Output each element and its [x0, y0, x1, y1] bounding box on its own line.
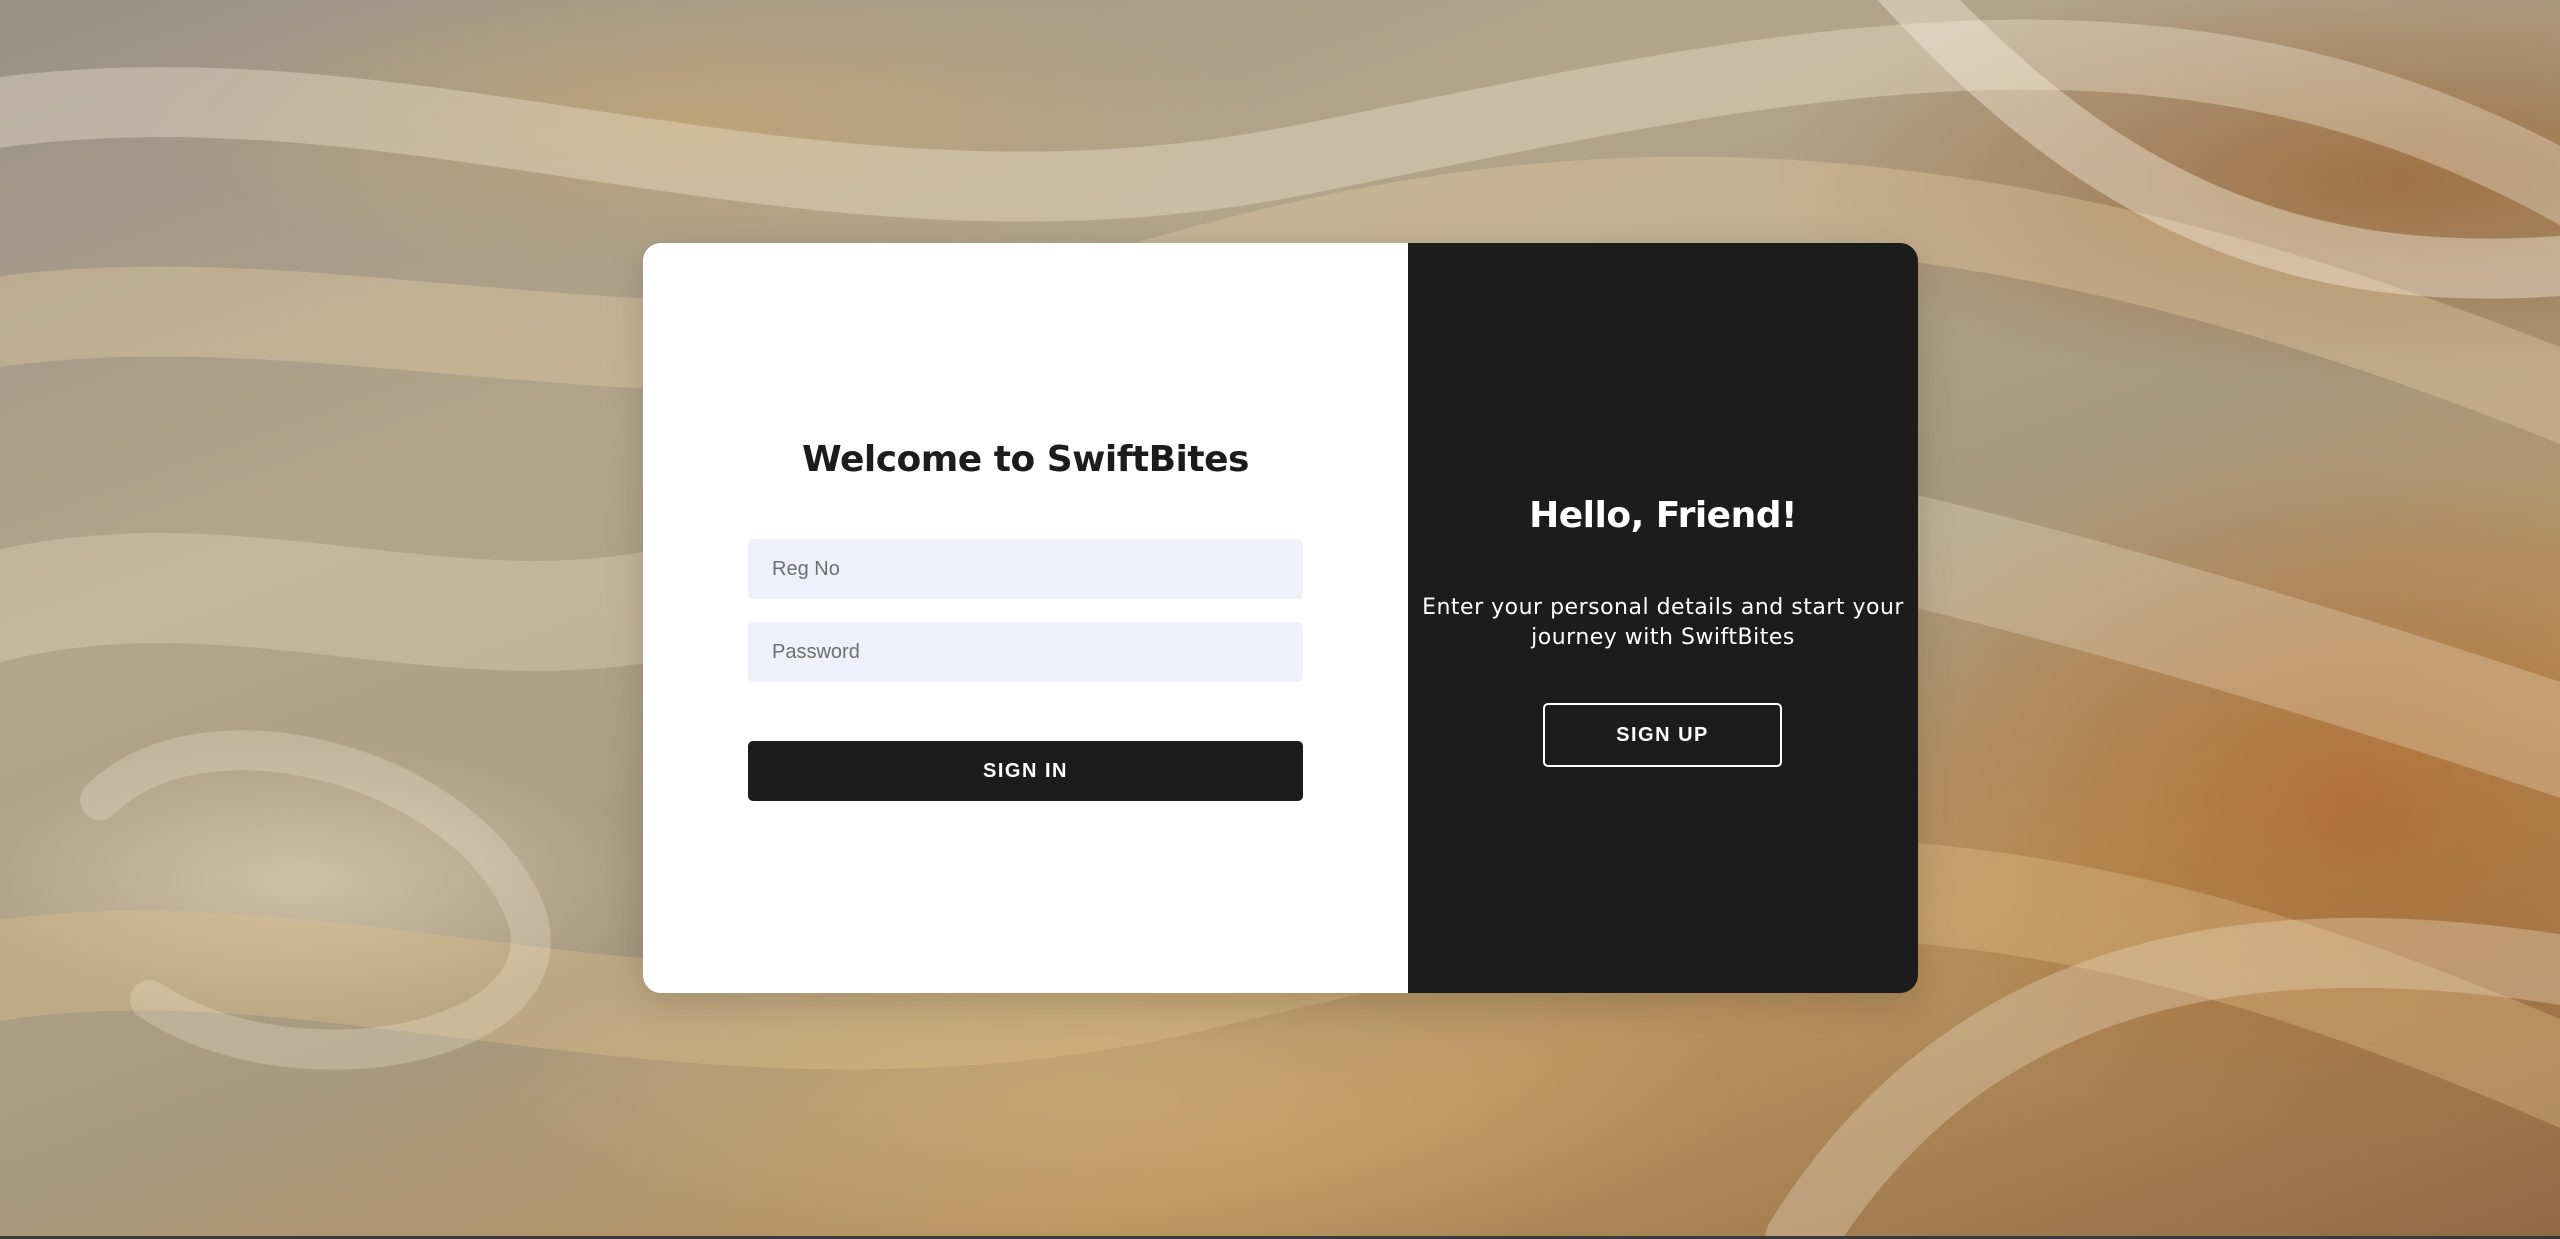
sign-in-panel: Welcome to SwiftBites SIGN IN [643, 243, 1408, 993]
promo-title: Hello, Friend! [1529, 495, 1797, 536]
sign-up-promo-panel: Hello, Friend! Enter your personal detai… [1408, 243, 1918, 993]
sign-up-button[interactable]: SIGN UP [1543, 703, 1782, 767]
sign-in-title: Welcome to SwiftBites [802, 439, 1249, 480]
sign-in-button[interactable]: SIGN IN [748, 741, 1303, 801]
promo-message: Enter your personal details and start yo… [1422, 595, 1904, 650]
password-input[interactable] [748, 622, 1303, 682]
reg-no-input[interactable] [748, 539, 1303, 599]
auth-card: Welcome to SwiftBites SIGN IN Hello, Fri… [643, 243, 1918, 993]
